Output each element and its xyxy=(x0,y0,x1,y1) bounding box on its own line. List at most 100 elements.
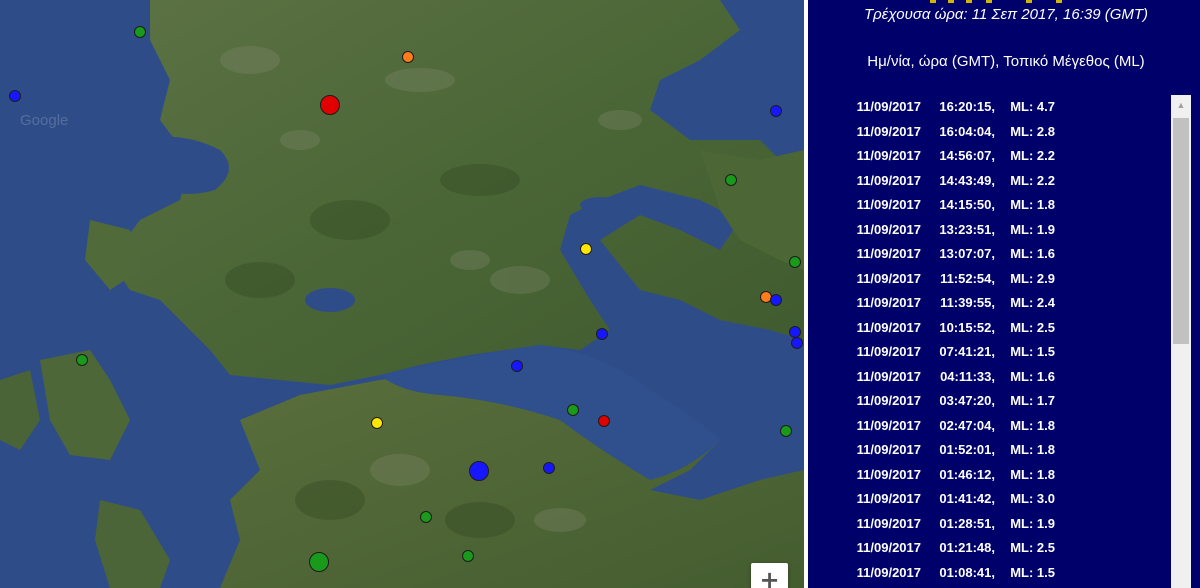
event-time: 07:41:21, xyxy=(939,344,995,359)
event-date: 11/09/2017 xyxy=(856,515,921,531)
event-row[interactable]: 11/09/2017 16:04:04, ML: 2.8 xyxy=(816,120,1166,145)
event-row[interactable]: 11/09/2017 01:21:48, ML: 2.5 xyxy=(816,536,1166,561)
earthquake-marker[interactable] xyxy=(770,294,782,306)
event-row[interactable]: 11/09/2017 14:15:50, ML: 1.8 xyxy=(816,193,1166,218)
event-row[interactable]: 11/09/2017 16:20:15, ML: 4.7 xyxy=(816,95,1166,120)
event-row[interactable]: 11/09/2017 07:41:21, ML: 1.5 xyxy=(816,340,1166,365)
event-magnitude: ML: 3.0 xyxy=(1010,491,1055,506)
earthquake-marker[interactable] xyxy=(320,95,340,115)
event-date: 11/09/2017 xyxy=(856,99,921,114)
event-magnitude: ML: 1.8 xyxy=(1010,442,1055,457)
earthquake-marker[interactable] xyxy=(420,511,432,523)
event-row[interactable]: 11/09/2017 01:41:42, ML: 3.0 xyxy=(816,487,1166,512)
current-time: Τρέχουσα ώρα: 11 Σεπ 2017, 16:39 (GMT) xyxy=(863,6,1149,23)
event-date: 11/09/2017 xyxy=(856,442,921,457)
event-time: 03:47:20, xyxy=(939,393,995,408)
events-list[interactable]: 11/09/2017 16:20:15, ML: 4.7 11/09/2017 16:0… xyxy=(816,95,1166,588)
event-row[interactable]: 11/09/2017 01:08:41, ML: 1.5 xyxy=(816,561,1166,586)
event-row[interactable]: 11/09/2017 11:39:55, ML: 2.4 xyxy=(816,291,1166,316)
event-row[interactable]: 11/09/2017 03:47:20, ML: 1.7 xyxy=(816,389,1166,414)
earthquake-marker[interactable] xyxy=(791,337,803,349)
event-magnitude: ML: 1.8 xyxy=(1010,197,1055,212)
event-time: 01:21:48, xyxy=(939,540,995,555)
event-time: 14:56:07, xyxy=(939,148,995,163)
zoom-in-button[interactable]: + xyxy=(751,563,788,588)
event-row[interactable]: 11/09/2017 02:47:04, ML: 1.8 xyxy=(816,414,1166,439)
earthquake-marker[interactable] xyxy=(580,243,592,255)
event-magnitude: ML: 1.6 xyxy=(1010,246,1055,261)
event-magnitude: ML: 2.2 xyxy=(1010,172,1055,188)
event-magnitude: ML: 1.6 xyxy=(1010,368,1055,384)
event-row[interactable]: 11/09/2017 14:56:07, ML: 2.2 xyxy=(816,144,1166,169)
earthquake-marker[interactable] xyxy=(371,417,383,429)
events-list-header: Ημ/νία, ώρα (GMT), Τοπικό Μέγεθος (ML) xyxy=(867,53,1145,70)
event-date: 11/09/2017 xyxy=(856,540,921,555)
earthquake-marker[interactable] xyxy=(725,174,737,186)
earthquake-marker[interactable] xyxy=(770,105,782,117)
event-magnitude: ML: 1.5 xyxy=(1010,344,1055,359)
earthquake-marker[interactable] xyxy=(9,90,21,102)
event-time: 01:28:51, xyxy=(939,515,995,531)
earthquake-marker[interactable] xyxy=(76,354,88,366)
event-magnitude: ML: 1.9 xyxy=(1010,515,1055,531)
event-magnitude: ML: 2.8 xyxy=(1010,123,1055,139)
event-magnitude: ML: 1.9 xyxy=(1010,221,1055,237)
event-magnitude: ML: 2.4 xyxy=(1010,295,1055,310)
earthquake-marker[interactable] xyxy=(543,462,555,474)
events-panel: Τρέχουσα ώρα: 11 Σεπ 2017, 16:39 (GMT) Η… xyxy=(804,0,1200,588)
event-row[interactable]: 11/09/2017 14:43:49, ML: 2.2 xyxy=(816,169,1166,194)
earthquake-marker[interactable] xyxy=(598,415,610,427)
earthquake-marker[interactable] xyxy=(309,552,329,572)
event-date: 11/09/2017 xyxy=(856,148,921,163)
event-row[interactable]: 11/09/2017 01:52:01, ML: 1.8 xyxy=(816,438,1166,463)
event-date: 11/09/2017 xyxy=(856,221,921,237)
event-date: 11/09/2017 xyxy=(856,123,921,139)
earthquake-marker[interactable] xyxy=(780,425,792,437)
event-magnitude: ML: 1.8 xyxy=(1010,417,1055,433)
event-row[interactable]: 11/09/2017 01:28:51, ML: 1.9 xyxy=(816,512,1166,537)
event-date: 11/09/2017 xyxy=(856,417,921,433)
earthquake-marker[interactable] xyxy=(134,26,146,38)
event-date: 11/09/2017 xyxy=(856,172,921,188)
event-time: 14:15:50, xyxy=(939,197,995,212)
event-time: 02:47:04, xyxy=(939,417,995,433)
event-time: 16:20:15, xyxy=(939,99,995,114)
event-magnitude: ML: 2.9 xyxy=(1010,270,1055,286)
earthquake-marker[interactable] xyxy=(596,328,608,340)
earthquake-marker[interactable] xyxy=(462,550,474,562)
event-date: 11/09/2017 xyxy=(856,393,921,408)
event-time: 01:41:42, xyxy=(939,491,995,506)
satellite-terrain xyxy=(0,0,804,588)
event-row[interactable]: 11/09/2017 04:11:33, ML: 1.6 xyxy=(816,365,1166,390)
event-time: 01:52:01, xyxy=(939,442,995,457)
events-scrollbar[interactable]: ▲ xyxy=(1171,95,1191,588)
event-row[interactable]: 11/09/2017 13:07:07, ML: 1.6 xyxy=(816,242,1166,267)
event-date: 11/09/2017 xyxy=(856,344,921,359)
event-time: 01:08:41, xyxy=(939,564,995,580)
event-date: 11/09/2017 xyxy=(856,466,921,482)
event-time: 14:43:49, xyxy=(939,172,995,188)
earthquake-marker[interactable] xyxy=(567,404,579,416)
event-row[interactable]: 11/09/2017 10:15:52, ML: 2.5 xyxy=(816,316,1166,341)
event-date: 11/09/2017 xyxy=(856,295,921,310)
chevron-up-icon[interactable]: ▲ xyxy=(1171,95,1191,115)
event-time: 01:46:12, xyxy=(939,466,995,482)
earthquake-marker[interactable] xyxy=(511,360,523,372)
event-time: 16:04:04, xyxy=(939,123,995,139)
scrollbar-thumb[interactable] xyxy=(1173,118,1189,344)
event-date: 11/09/2017 xyxy=(856,319,921,335)
event-magnitude: ML: 2.5 xyxy=(1010,540,1055,555)
panel-divider xyxy=(804,0,808,588)
event-row[interactable]: 11/09/2017 11:52:54, ML: 2.9 xyxy=(816,267,1166,292)
earthquake-marker[interactable] xyxy=(469,461,489,481)
event-row[interactable]: 11/09/2017 01:46:12, ML: 1.8 xyxy=(816,463,1166,488)
earthquake-marker[interactable] xyxy=(789,256,801,268)
event-date: 11/09/2017 xyxy=(856,368,921,384)
event-magnitude: ML: 1.8 xyxy=(1010,466,1055,482)
event-magnitude: ML: 4.7 xyxy=(1010,99,1055,114)
map-view[interactable]: Google + xyxy=(0,0,804,588)
event-date: 11/09/2017 xyxy=(856,564,921,580)
event-row[interactable]: 11/09/2017 13:23:51, ML: 1.9 xyxy=(816,218,1166,243)
earthquake-marker[interactable] xyxy=(402,51,414,63)
map-watermark: Google xyxy=(20,112,69,129)
